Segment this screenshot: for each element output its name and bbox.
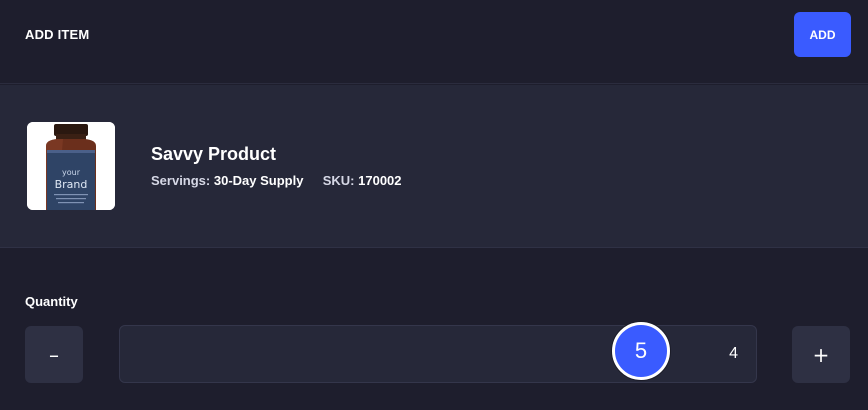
servings-value: 30-Day Supply [213, 173, 304, 188]
quantity-label: Quantity [25, 294, 78, 309]
product-card: your Brand Savvy Product Servings: 30-Da… [0, 85, 868, 248]
quantity-increment-button[interactable]: + [792, 326, 850, 383]
servings-label: Servings: [151, 173, 211, 188]
bottle-label-brand: Brand [55, 178, 88, 191]
product-meta: Servings: 30-Day Supply SKU: 170002 [151, 173, 402, 188]
page-title: ADD ITEM [25, 27, 90, 42]
product-name: Savvy Product [151, 144, 277, 164]
sku-value: 170002 [358, 173, 402, 188]
product-bottle-image: your Brand [27, 122, 115, 210]
product-image: your Brand [27, 122, 115, 210]
sku-label: SKU: [322, 173, 355, 188]
add-button[interactable]: ADD [794, 12, 851, 57]
header: ADD ITEM ADD [0, 0, 868, 84]
add-item-panel: ADD ITEM ADD your Brand Savvy Product Se… [0, 0, 868, 410]
step-marker-badge: 5 [612, 322, 670, 380]
quantity-decrement-button[interactable]: – [25, 326, 83, 383]
bottle-label-your: your [62, 168, 81, 177]
